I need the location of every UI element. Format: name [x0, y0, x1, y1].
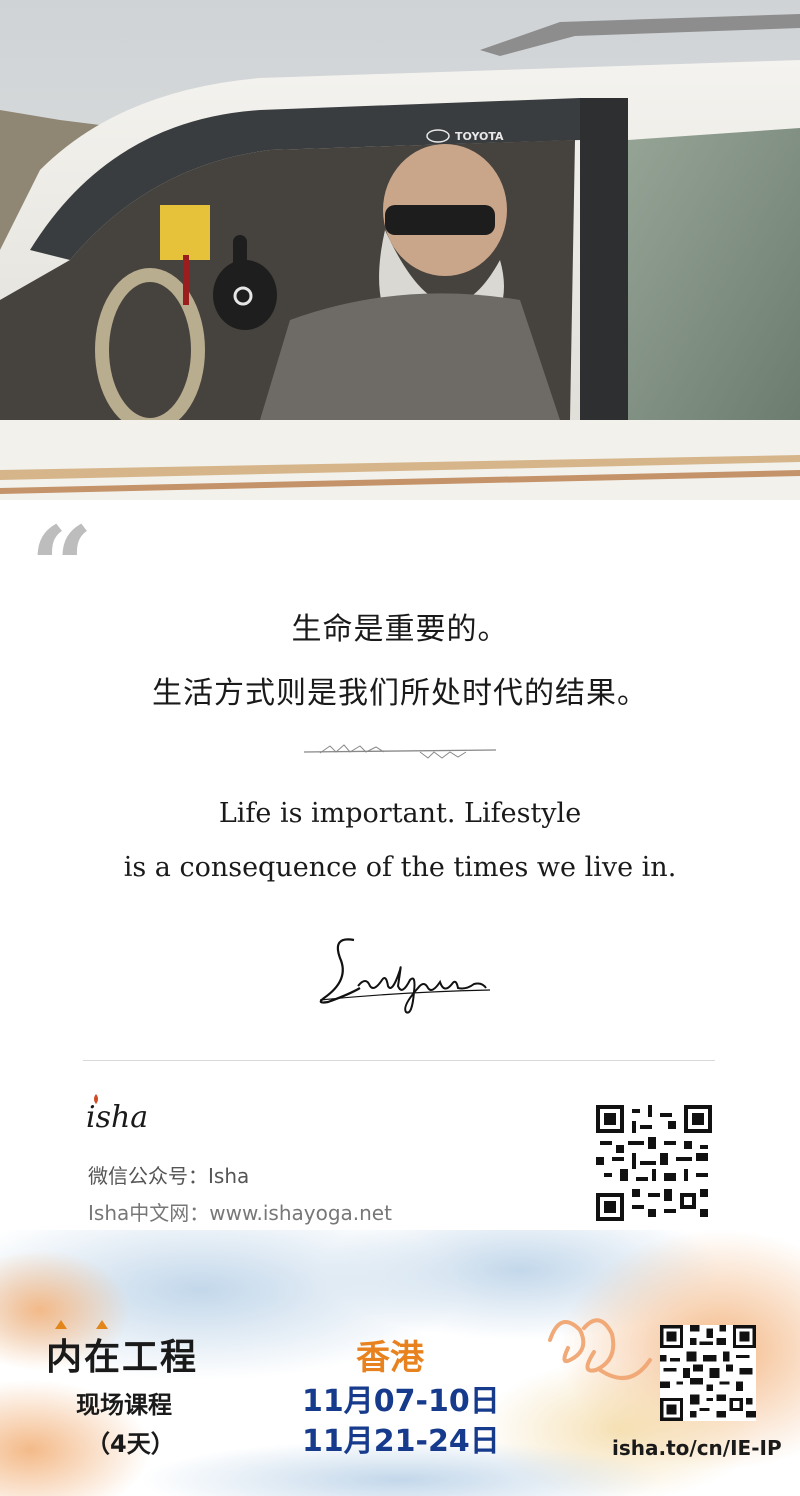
triangle-accent-icon	[96, 1320, 108, 1329]
program-date-1: 11月07-10日	[302, 1384, 500, 1419]
divider-ornament	[300, 740, 500, 768]
qr-code-icon	[596, 1105, 712, 1225]
flame-icon	[94, 1094, 98, 1104]
quote-chinese-line-1: 生命是重要的。	[291, 612, 509, 647]
section-divider	[83, 1060, 715, 1061]
program-title: 内在工程	[46, 1320, 199, 1380]
website-link[interactable]: Isha中文网：www.ishayoga.net	[88, 1197, 392, 1226]
triangle-accent-icon	[55, 1320, 67, 1329]
quote-english-line-1: Life is important. Lifestyle	[218, 798, 582, 829]
svg-text:TOYOTA: TOYOTA	[455, 130, 504, 143]
program-date-2: 11月21-24日	[302, 1424, 500, 1459]
hero-photo: TOYOTA	[0, 0, 800, 500]
wechat-account: 微信公众号：Isha	[88, 1164, 250, 1188]
quote-chinese-line-2: 生活方式则是我们所处时代的结果。	[152, 676, 648, 711]
program-title-text: 内在工程	[46, 1337, 199, 1378]
decorative-ornament	[540, 1300, 660, 1404]
qr-code-icon	[660, 1325, 756, 1425]
quote-english-line-2: is a consequence of the times we live in…	[123, 852, 677, 883]
program-days: （4天）	[86, 1430, 175, 1458]
registration-url[interactable]: isha.to/cn/IE-IP	[612, 1436, 782, 1460]
program-subtitle: 现场课程	[76, 1391, 172, 1419]
program-city: 香港	[356, 1338, 424, 1378]
isha-logo: isha	[86, 1094, 149, 1135]
isha-logo-text: isha	[86, 1100, 149, 1135]
signature	[310, 930, 500, 1029]
